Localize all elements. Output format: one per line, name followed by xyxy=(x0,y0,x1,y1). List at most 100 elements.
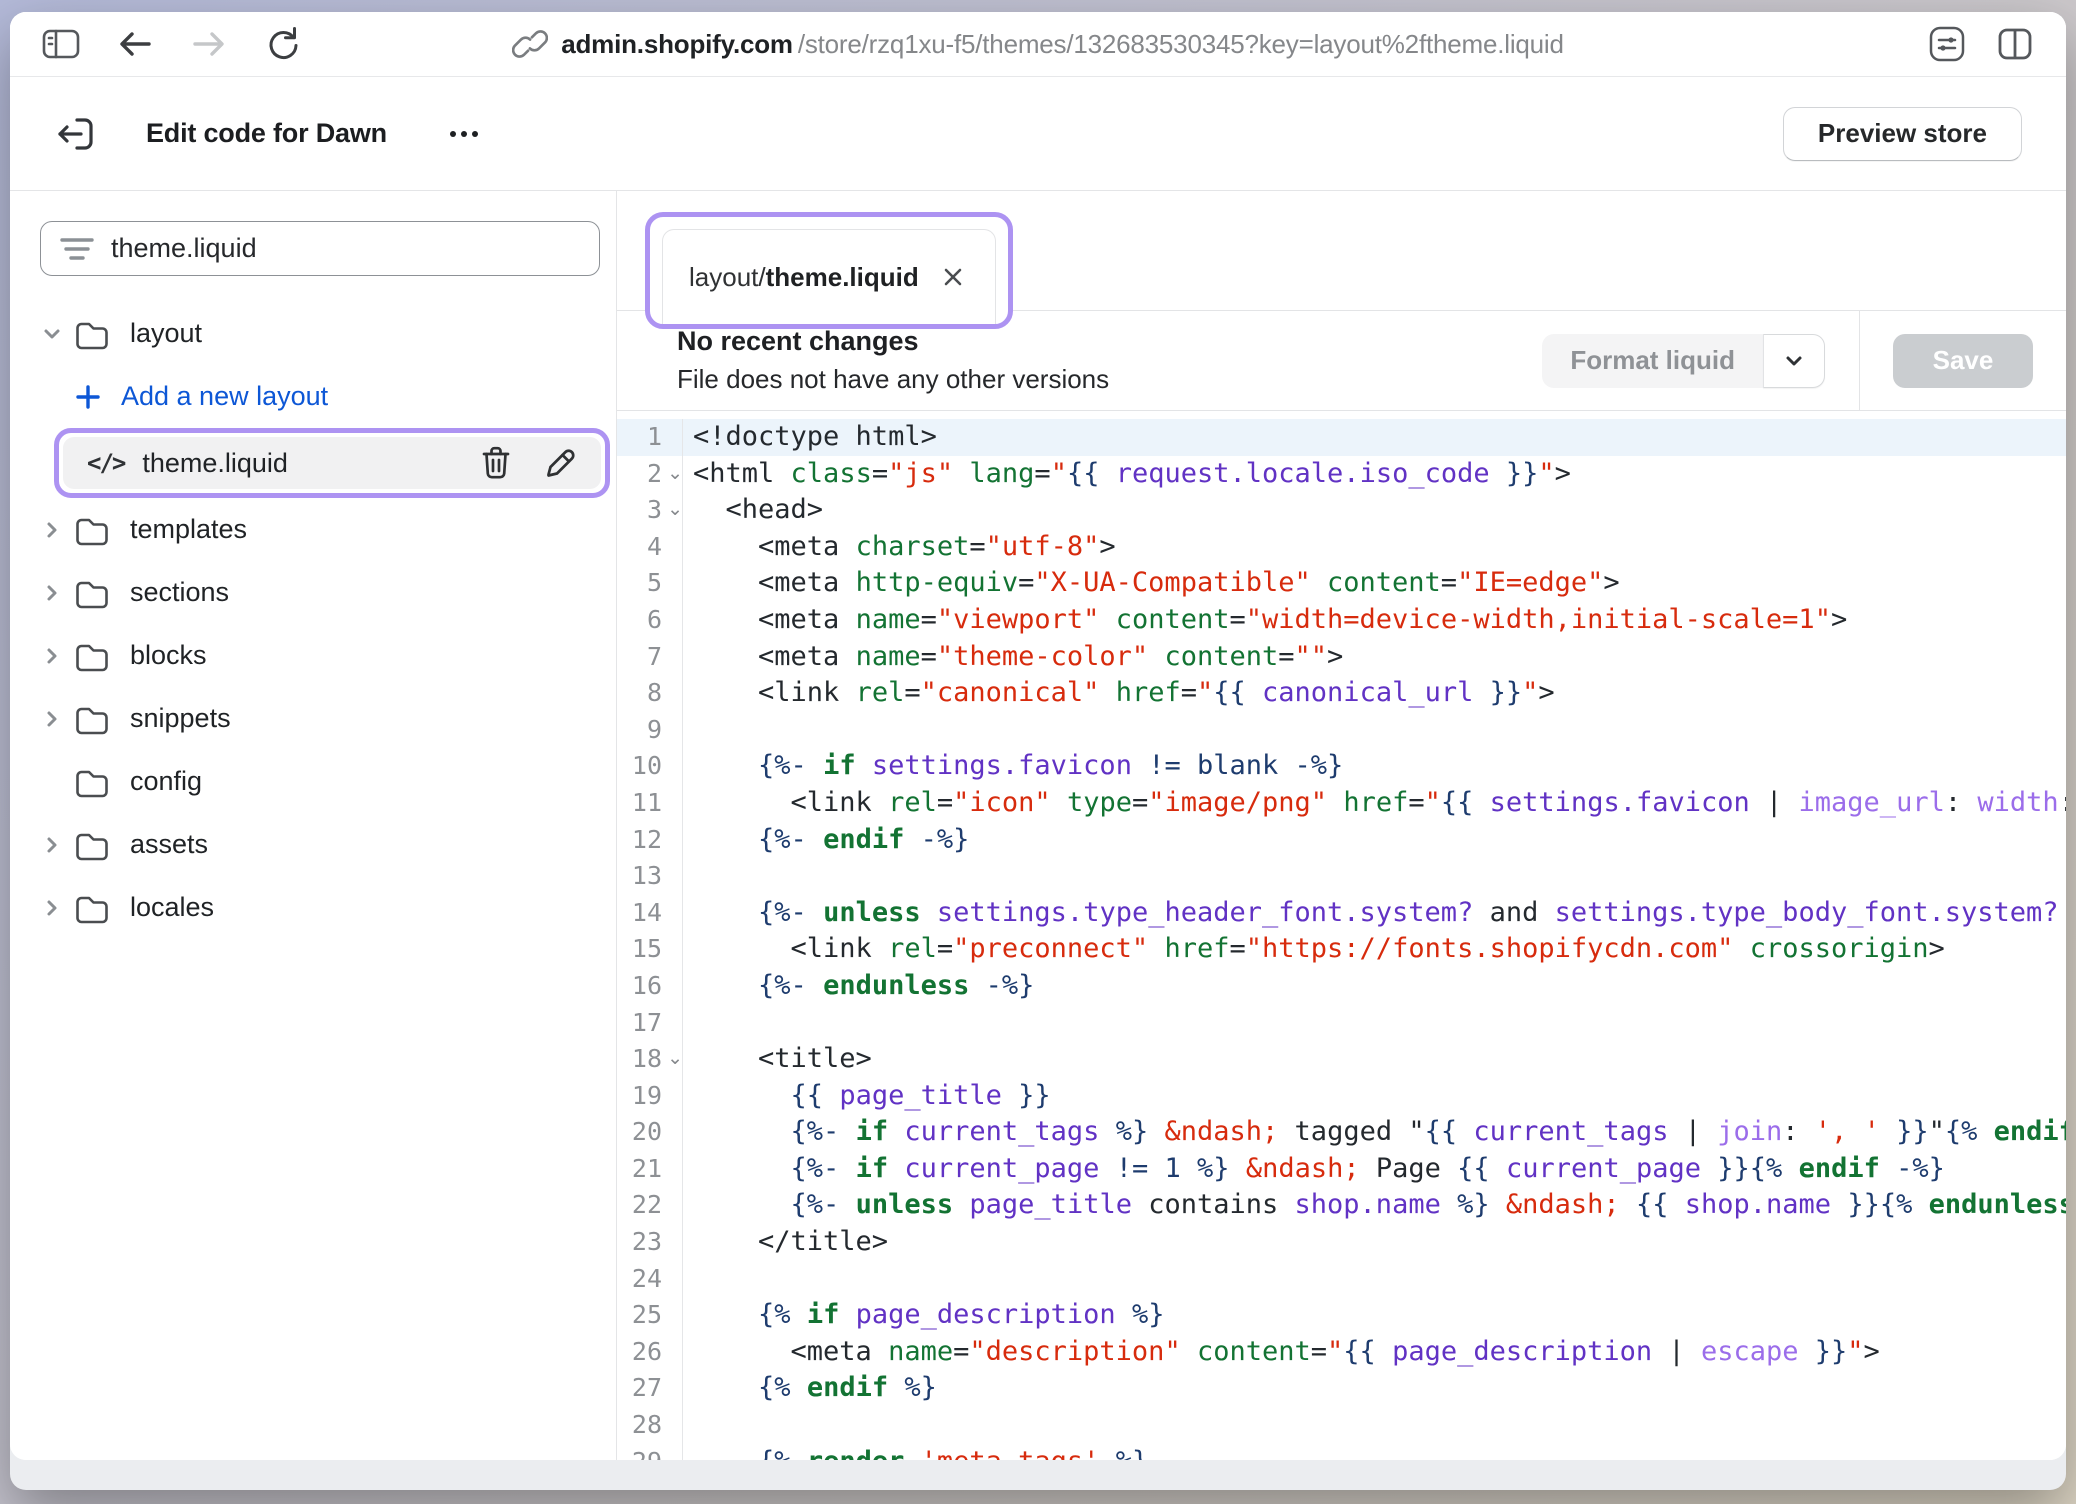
selection-highlight-ring: </> theme.liquid xyxy=(54,428,610,498)
tab-strip: layout/theme.liquid xyxy=(617,191,2066,311)
code-line[interactable]: 18⌄ <title> xyxy=(617,1041,2066,1078)
code-line[interactable]: 24 xyxy=(617,1261,2066,1298)
chevron-right-icon[interactable] xyxy=(40,834,64,856)
chevron-right-icon[interactable] xyxy=(40,519,64,541)
code-line[interactable]: 2⌄<html class="js" lang="{{ request.loca… xyxy=(617,456,2066,493)
code-line[interactable]: 21 {%- if current_page != 1 %} &ndash; P… xyxy=(617,1151,2066,1188)
reload-icon[interactable] xyxy=(262,23,304,65)
line-number: 21 xyxy=(617,1151,683,1188)
line-number: 7 xyxy=(617,639,683,676)
code-line[interactable]: 26 <meta name="description" content="{{ … xyxy=(617,1334,2066,1371)
add-layout-label: Add a new layout xyxy=(121,381,328,412)
code-line[interactable]: 14 {%- unless settings.type_header_font.… xyxy=(617,895,2066,932)
sidebar-item-config[interactable]: config xyxy=(24,750,610,813)
folder-icon xyxy=(74,703,110,735)
code-line[interactable]: 11 <link rel="icon" type="image/png" hre… xyxy=(617,785,2066,822)
sidebar-item-layout[interactable]: layout xyxy=(24,302,610,365)
folder-icon xyxy=(74,318,110,350)
chevron-right-icon[interactable] xyxy=(40,645,64,667)
code-line[interactable]: 29 {% render 'meta-tags' %} xyxy=(617,1444,2066,1460)
code-line[interactable]: 10 {%- if settings.favicon != blank -%} xyxy=(617,748,2066,785)
code-line[interactable]: 23 </title> xyxy=(617,1224,2066,1261)
code-line[interactable]: 16 {%- endunless -%} xyxy=(617,968,2066,1005)
line-number: 17 xyxy=(617,1005,683,1042)
code-line[interactable]: 22 {%- unless page_title contains shop.n… xyxy=(617,1187,2066,1224)
line-number: 16 xyxy=(617,968,683,1005)
line-number: 4 xyxy=(617,529,683,566)
save-button[interactable]: Save xyxy=(1893,334,2034,388)
sidebar-item-locales[interactable]: locales xyxy=(24,876,610,939)
chevron-down-icon[interactable] xyxy=(40,323,64,345)
line-number: 19 xyxy=(617,1078,683,1115)
folder-label: layout xyxy=(130,318,202,349)
tab-theme-liquid[interactable]: layout/theme.liquid xyxy=(662,229,996,324)
format-liquid-caret-button[interactable] xyxy=(1763,334,1825,388)
chevron-right-icon[interactable] xyxy=(40,708,64,730)
code-lines[interactable]: 1<!doctype html>2⌄<html class="js" lang=… xyxy=(617,411,2066,1460)
code-line[interactable]: 17 xyxy=(617,1005,2066,1042)
sidebar-item-sections[interactable]: sections xyxy=(24,561,610,624)
line-number: 6 xyxy=(617,602,683,639)
format-liquid-button[interactable]: Format liquid xyxy=(1542,334,1763,388)
code-line[interactable]: 8 <link rel="canonical" href="{{ canonic… xyxy=(617,675,2066,712)
trash-icon[interactable] xyxy=(479,445,513,481)
tune-icon[interactable] xyxy=(1926,23,1968,65)
fold-chevron-icon[interactable]: ⌄ xyxy=(667,464,683,483)
line-number: 11 xyxy=(617,785,683,822)
close-icon[interactable] xyxy=(937,261,969,293)
status-subtitle: File does not have any other versions xyxy=(677,364,1109,395)
url-host: admin.shopify.com xyxy=(561,29,793,60)
code-line[interactable]: 3⌄ <head> xyxy=(617,492,2066,529)
code-line[interactable]: 9 xyxy=(617,712,2066,749)
sidebar-item-theme-liquid[interactable]: </> theme.liquid xyxy=(24,428,610,498)
code-line[interactable]: 15 <link rel="preconnect" href="https://… xyxy=(617,931,2066,968)
folder-icon xyxy=(74,829,110,861)
exit-icon[interactable] xyxy=(54,113,96,155)
sidebar-toggle-icon[interactable] xyxy=(40,23,82,65)
folder-icon xyxy=(74,577,110,609)
code-line[interactable]: 1<!doctype html> xyxy=(617,419,2066,456)
sidebar-item-templates[interactable]: templates xyxy=(24,498,610,561)
forward-icon[interactable] xyxy=(188,23,230,65)
chevron-right-icon[interactable] xyxy=(40,582,64,604)
code-line[interactable]: 13 xyxy=(617,858,2066,895)
code-line[interactable]: 28 xyxy=(617,1407,2066,1444)
fold-chevron-icon[interactable]: ⌄ xyxy=(667,500,683,519)
code-line[interactable]: 7 <meta name="theme-color" content=""> xyxy=(617,639,2066,676)
sidebar-item-assets[interactable]: assets xyxy=(24,813,610,876)
preview-store-button[interactable]: Preview store xyxy=(1783,107,2022,161)
file-search[interactable] xyxy=(40,221,600,276)
line-number: 20 xyxy=(617,1114,683,1151)
code-line[interactable]: 25 {% if page_description %} xyxy=(617,1297,2066,1334)
link-icon xyxy=(512,26,548,62)
desktop-background: { "browser": { "url_host": "admin.shopif… xyxy=(0,0,2076,1504)
status-title: No recent changes xyxy=(677,326,1109,357)
browser-window: admin.shopify.com/store/rzq1xu-f5/themes… xyxy=(10,12,2066,1490)
fold-chevron-icon[interactable]: ⌄ xyxy=(667,1049,683,1068)
url-bar[interactable]: admin.shopify.com/store/rzq1xu-f5/themes… xyxy=(512,26,1564,62)
chevron-right-icon[interactable] xyxy=(40,897,64,919)
line-number: 18⌄ xyxy=(617,1041,683,1078)
code-line[interactable]: 27 {% endif %} xyxy=(617,1370,2066,1407)
sidebar-item-blocks[interactable]: blocks xyxy=(24,624,610,687)
line-number: 24 xyxy=(617,1261,683,1298)
code-line[interactable]: 20 {%- if current_tags %} &ndash; tagged… xyxy=(617,1114,2066,1151)
more-icon[interactable] xyxy=(447,128,481,140)
line-number: 13 xyxy=(617,858,683,895)
pencil-icon[interactable] xyxy=(543,446,577,480)
add-layout-link[interactable]: Add a new layout xyxy=(24,365,610,428)
code-line[interactable]: 5 <meta http-equiv="X-UA-Compatible" con… xyxy=(617,565,2066,602)
split-view-icon[interactable] xyxy=(1994,23,2036,65)
sidebar-item-snippets[interactable]: snippets xyxy=(24,687,610,750)
search-input[interactable] xyxy=(111,233,581,264)
back-icon[interactable] xyxy=(114,23,156,65)
line-number: 2⌄ xyxy=(617,456,683,493)
line-number: 23 xyxy=(617,1224,683,1261)
code-line[interactable]: 4 <meta charset="utf-8"> xyxy=(617,529,2066,566)
folder-label: blocks xyxy=(130,640,207,671)
tab-path-prefix: layout/ xyxy=(689,262,766,292)
code-line[interactable]: 12 {%- endif -%} xyxy=(617,822,2066,859)
code-line[interactable]: 19 {{ page_title }} xyxy=(617,1078,2066,1115)
folder-label: snippets xyxy=(130,703,231,734)
code-line[interactable]: 6 <meta name="viewport" content="width=d… xyxy=(617,602,2066,639)
